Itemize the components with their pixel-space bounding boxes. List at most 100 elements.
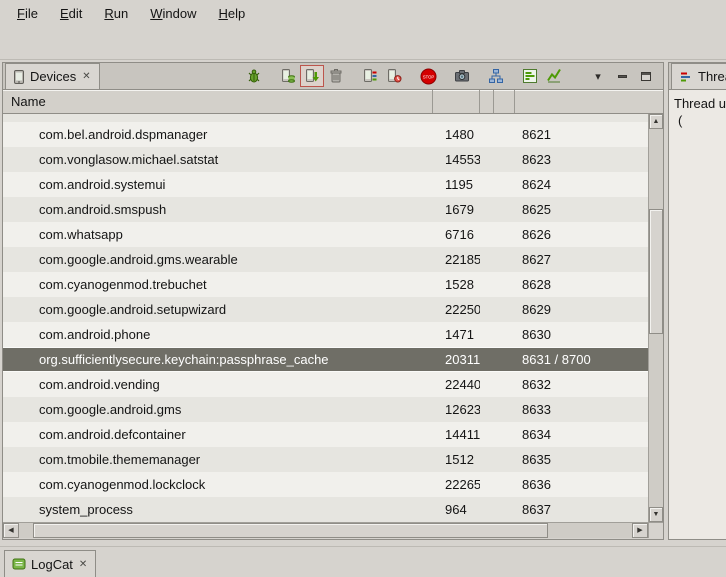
process-name: com.android.defcontainer <box>3 427 433 442</box>
process-name: com.tmobile.thememanager <box>3 452 433 467</box>
tab-threads-label: Threa <box>698 69 726 84</box>
vertical-scrollbar[interactable]: ▲ ▼ <box>648 114 663 522</box>
process-port: 8637 <box>515 502 648 517</box>
table-row[interactable]: com.android.phone14718630 <box>3 322 648 347</box>
start-opengl-trace-icon[interactable] <box>542 65 566 87</box>
process-port: 8631 / 8700 <box>515 352 648 367</box>
main-toolbar-strip <box>0 26 726 60</box>
tab-devices[interactable]: Devices ✕ <box>5 63 100 89</box>
threads-panel: Threa Thread up ( <box>668 62 726 540</box>
menu-help[interactable]: Help <box>207 2 256 25</box>
process-name: com.cyanogenmod.trebuchet <box>3 277 433 292</box>
column-header-name: Name <box>3 90 433 113</box>
menu-window[interactable]: Window <box>139 2 207 25</box>
process-port: 8621 <box>515 127 648 142</box>
table-row[interactable]: com.android.defcontainer144118634 <box>3 422 648 447</box>
dump-hprof-icon[interactable] <box>300 65 324 87</box>
scroll-right-icon[interactable]: ▶ <box>632 523 648 538</box>
capture-systrace-icon[interactable] <box>518 65 542 87</box>
partial-row <box>3 114 648 122</box>
minimize-icon[interactable] <box>610 65 634 87</box>
scroll-left-icon[interactable]: ◀ <box>3 523 19 538</box>
process-name: com.vonglasow.michael.satstat <box>3 152 433 167</box>
process-pid: 1512 <box>433 452 480 467</box>
horizontal-scrollbar-row: ◀ ▶ <box>3 522 663 538</box>
menu-file[interactable]: File <box>6 2 49 25</box>
horizontal-scroll-thumb[interactable] <box>33 523 548 538</box>
tab-threads[interactable]: Threa <box>671 63 726 89</box>
tab-logcat-label: LogCat <box>31 557 73 572</box>
horizontal-scrollbar[interactable]: ◀ ▶ <box>3 523 648 538</box>
update-threads-icon[interactable] <box>358 65 382 87</box>
table-row[interactable]: com.android.vending224408632 <box>3 372 648 397</box>
process-pid: 22250 <box>433 302 480 317</box>
table-row[interactable]: com.android.systemui11958624 <box>3 172 648 197</box>
threads-tabbar: Threa <box>669 63 726 90</box>
tab-devices-label: Devices <box>30 69 76 84</box>
process-port: 8635 <box>515 452 648 467</box>
column-header-pid <box>433 90 480 113</box>
tab-logcat[interactable]: LogCat ✕ <box>4 550 96 577</box>
table-row[interactable]: com.tmobile.thememanager1512 8635 <box>3 447 648 472</box>
process-name: com.android.phone <box>3 327 433 342</box>
menu-edit[interactable]: Edit <box>49 2 93 25</box>
process-pid: 14553 <box>433 152 480 167</box>
update-heap-icon[interactable] <box>276 65 300 87</box>
screen-capture-icon[interactable] <box>450 65 474 87</box>
table-row[interactable]: com.cyanogenmod.lockclock222658636 <box>3 472 648 497</box>
maximize-icon[interactable] <box>634 65 658 87</box>
process-port: 8632 <box>515 377 648 392</box>
scroll-down-icon[interactable]: ▼ <box>649 507 663 522</box>
process-name: com.google.android.gms.wearable <box>3 252 433 267</box>
vertical-scroll-thumb[interactable] <box>649 209 663 334</box>
table-row[interactable]: com.cyanogenmod.trebuchet15288628 <box>3 272 648 297</box>
process-port: 8625 <box>515 202 648 217</box>
table-row[interactable]: com.google.android.setupwizard222508629 <box>3 297 648 322</box>
debug-process-icon[interactable] <box>242 65 266 87</box>
process-name: com.android.systemui <box>3 177 433 192</box>
menu-run[interactable]: Run <box>93 2 139 25</box>
table-row[interactable]: com.whatsapp67168626 <box>3 222 648 247</box>
process-name: com.android.smspush <box>3 202 433 217</box>
process-port: 8626 <box>515 227 648 242</box>
process-pid: 6716 <box>433 227 480 242</box>
device-table-header: Name <box>3 90 663 114</box>
column-header-port <box>515 90 663 113</box>
menu-bar: File Edit Run Window Help <box>0 0 726 26</box>
column-header-b <box>494 90 515 113</box>
table-row[interactable]: com.google.android.gms.wearable221858627 <box>3 247 648 272</box>
threads-icon <box>679 70 693 84</box>
start-method-profiling-icon[interactable] <box>382 65 406 87</box>
table-row[interactable]: com.google.android.gms126238633 <box>3 397 648 422</box>
ddms-window: File Edit Run Window Help Devices ✕ <box>0 0 726 577</box>
stop-process-icon[interactable]: STOP <box>416 65 440 87</box>
device-table-rows: com.bel.android.dspmanager14808621com.vo… <box>3 114 648 522</box>
process-port: 8628 <box>515 277 648 292</box>
process-port: 8623 <box>515 152 648 167</box>
close-icon[interactable]: ✕ <box>78 559 88 570</box>
table-row[interactable]: com.bel.android.dspmanager14808621 <box>3 122 648 147</box>
close-icon[interactable]: ✕ <box>81 71 91 82</box>
cause-gc-icon[interactable] <box>324 65 348 87</box>
process-port: 8627 <box>515 252 648 267</box>
vertical-scroll-track[interactable] <box>649 129 663 507</box>
table-row[interactable]: org.sufficientlysecure.keychain:passphra… <box>3 347 648 372</box>
horizontal-scroll-track[interactable] <box>19 523 632 538</box>
bottom-view-bar: LogCat ✕ <box>0 546 726 577</box>
devices-tabbar: Devices ✕ <box>3 63 663 90</box>
threads-message-line1: Thread up <box>674 95 724 112</box>
column-header-a <box>480 90 494 113</box>
process-name: com.bel.android.dspmanager <box>3 127 433 142</box>
dump-view-hierarchy-icon[interactable] <box>484 65 508 87</box>
process-pid: 22440 <box>433 377 480 392</box>
table-row[interactable]: com.vonglasow.michael.satstat14553 8623 <box>3 147 648 172</box>
process-port: 8624 <box>515 177 648 192</box>
process-name: org.sufficientlysecure.keychain:passphra… <box>3 352 433 367</box>
table-row[interactable]: com.android.smspush16798625 <box>3 197 648 222</box>
view-menu-icon[interactable]: ▾ <box>586 65 610 87</box>
scroll-up-icon[interactable]: ▲ <box>649 114 663 129</box>
table-row[interactable]: system_process9648637 <box>3 497 648 522</box>
process-name: system_process <box>3 502 433 517</box>
device-table: com.bel.android.dspmanager14808621com.vo… <box>3 114 663 522</box>
process-pid: 12623 <box>433 402 480 417</box>
